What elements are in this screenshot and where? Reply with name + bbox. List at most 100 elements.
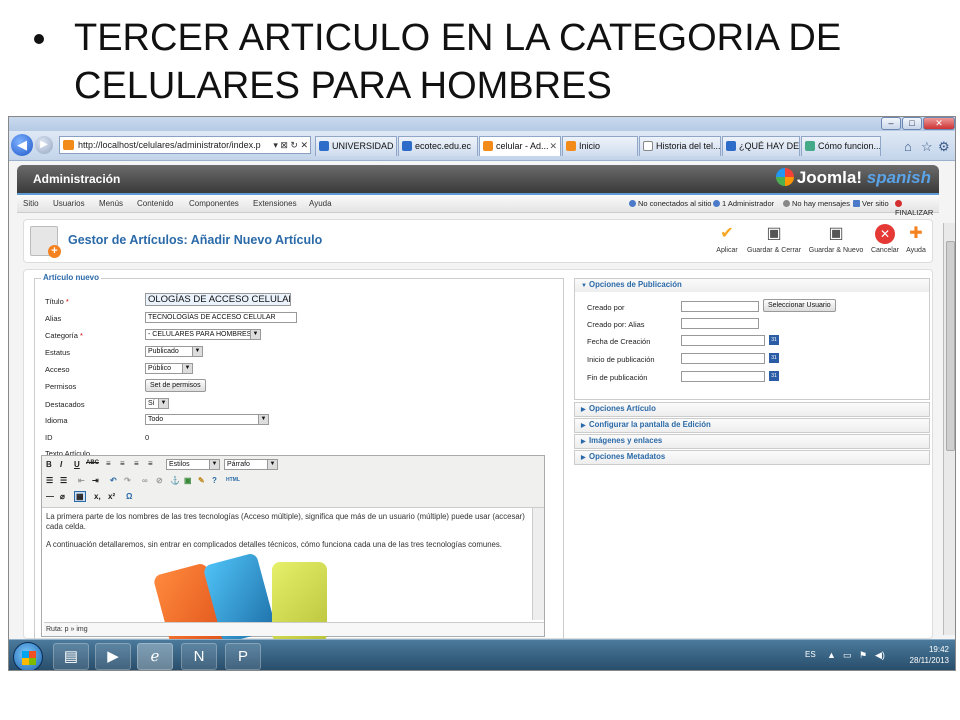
menu-usuarios[interactable]: Usuarios [53, 199, 85, 208]
visual-aid-icon[interactable]: ▦ [74, 491, 86, 502]
volume-icon[interactable]: ◀) [875, 650, 885, 661]
scrollbar-thumb[interactable] [946, 241, 955, 451]
tab-universidad[interactable]: UNIVERSIDAD ... [315, 136, 397, 156]
save-new-button[interactable]: ▣ Guardar & Nuevo [808, 224, 864, 254]
menu-ayuda[interactable]: Ayuda [309, 199, 332, 208]
align-justify-icon[interactable]: ≡ [148, 459, 153, 468]
menu-extensiones[interactable]: Extensiones [253, 199, 297, 208]
styles-select[interactable]: Estilos ▼ [166, 459, 220, 470]
remove-format-icon[interactable]: ⌀ [60, 492, 65, 501]
start-button[interactable] [13, 642, 43, 670]
tab-historia[interactable]: Historia del tel... [639, 136, 721, 156]
favorites-star-icon[interactable]: ☆ [921, 139, 933, 155]
numbered-list-icon[interactable]: ☰ [60, 476, 67, 485]
access-select[interactable]: Público ▼ [145, 363, 193, 374]
select-user-button[interactable]: Seleccionar Usuario [763, 299, 836, 312]
tab-como-funciona[interactable]: Cómo funcion... [801, 136, 881, 156]
align-left-icon[interactable]: ≡ [106, 459, 111, 468]
images-links-panel[interactable]: ▶ Imágenes y enlaces [574, 434, 930, 449]
menu-sitio[interactable]: Sitio [23, 199, 39, 208]
close-window-button[interactable]: ✕ [923, 117, 955, 130]
menu-componentes[interactable]: Componentes [189, 199, 239, 208]
explorer-taskbar-icon[interactable]: ▤ [53, 643, 89, 670]
outdent-icon[interactable]: ⇤ [78, 476, 85, 485]
powerpoint-taskbar-icon[interactable]: P [225, 643, 261, 670]
language-select[interactable]: Todo ▼ [145, 414, 269, 425]
forward-button[interactable]: ▶ [35, 136, 53, 154]
format-select[interactable]: Párrafo ▼ [224, 459, 278, 470]
back-button[interactable]: ◀ [11, 134, 33, 156]
redo-icon[interactable]: ↷ [124, 476, 131, 485]
close-tab-icon[interactable]: ✕ [549, 137, 557, 156]
tab-que-hay[interactable]: ¿QUÉ HAY DE... [722, 136, 800, 156]
language-indicator[interactable]: ES [805, 650, 816, 659]
unlink-icon[interactable]: ⊘ [156, 476, 163, 485]
image-icon[interactable]: ▣ [184, 476, 192, 485]
calendar-icon[interactable]: 31 [769, 335, 779, 345]
created-by-input[interactable] [681, 301, 759, 312]
align-center-icon[interactable]: ≡ [120, 459, 125, 468]
gear-icon[interactable]: ⚙ [938, 139, 950, 155]
undo-icon[interactable]: ↶ [110, 476, 117, 485]
bullet-list-icon[interactable]: ☰ [46, 476, 53, 485]
menu-menus[interactable]: Menús [99, 199, 123, 208]
save-close-button[interactable]: ▣ Guardar & Cerrar [746, 224, 802, 254]
metadata-panel[interactable]: ▶ Opciones Metadatos [574, 450, 930, 465]
publish-down-input[interactable] [681, 371, 765, 382]
horizontal-rule-icon[interactable]: — [46, 492, 54, 501]
featured-select[interactable]: Sí ▼ [145, 398, 169, 409]
permissions-button[interactable]: Set de permisos [145, 379, 206, 392]
calendar-icon[interactable]: 31 [769, 353, 779, 363]
show-hidden-icons-icon[interactable]: ▲ [827, 650, 836, 660]
strikethrough-icon[interactable]: ABC [86, 460, 99, 466]
link-icon[interactable]: ∞ [142, 476, 148, 485]
html-icon[interactable]: HTML [226, 477, 240, 483]
indent-icon[interactable]: ⇥ [92, 476, 99, 485]
status-select[interactable]: Publicado ▼ [145, 346, 203, 357]
logout-link[interactable]: FINALIZAR [895, 199, 939, 217]
menu-contenido[interactable]: Contenido [137, 199, 173, 208]
action-center-flag-icon[interactable]: ⚑ [859, 650, 867, 661]
maximize-button[interactable]: □ [902, 117, 922, 130]
category-select[interactable]: - CELULARES PARA HOMBRES ▼ [145, 329, 261, 340]
creation-date-input[interactable] [681, 335, 765, 346]
minimize-button[interactable]: – [881, 117, 901, 130]
editor-scrollbar[interactable] [532, 508, 544, 620]
help-button[interactable]: ✚ Ayuda [904, 224, 928, 254]
article-options-panel[interactable]: ▶ Opciones Artículo [574, 402, 930, 417]
cancel-button[interactable]: ✕ Cancelar [870, 224, 900, 254]
status-messages[interactable]: No hay mensajes [783, 199, 850, 208]
tab-ecotec[interactable]: ecotec.edu.ec [398, 136, 478, 156]
superscript-icon[interactable]: x² [108, 492, 115, 501]
edit-screen-panel[interactable]: ▶ Configurar la pantalla de Edición [574, 418, 930, 433]
apply-button[interactable]: ✔ Aplicar [714, 224, 740, 254]
screenshot: – □ ✕ ◀ ▶ http://localhost/celulares/adm… [8, 116, 956, 671]
home-icon[interactable]: ⌂ [904, 139, 912, 154]
page-scrollbar[interactable] [943, 223, 955, 635]
publishing-options-header[interactable]: ▼ Opciones de Publicación [575, 279, 929, 292]
address-bar[interactable]: http://localhost/celulares/administrator… [59, 136, 311, 154]
anchor-icon[interactable]: ⚓ [170, 476, 180, 485]
tab-inicio[interactable]: Inicio [562, 136, 638, 156]
align-right-icon[interactable]: ≡ [134, 459, 139, 468]
created-alias-input[interactable] [681, 318, 759, 329]
subscript-icon[interactable]: x, [94, 492, 101, 501]
ie-taskbar-icon[interactable]: ℯ [137, 643, 173, 670]
view-site-link[interactable]: Ver sitio [853, 199, 889, 208]
underline-icon[interactable]: U [74, 460, 80, 469]
calendar-icon[interactable]: 31 [769, 371, 779, 381]
cleanup-icon[interactable]: ✎ [198, 476, 205, 485]
onenote-taskbar-icon[interactable]: N [181, 643, 217, 670]
media-player-taskbar-icon[interactable]: ▶ [95, 643, 131, 670]
url-controls[interactable]: ▾ ⊠ ↻ ✕ [273, 137, 308, 153]
clock[interactable]: 19:42 28/11/2013 [910, 644, 949, 666]
bold-icon[interactable]: B [46, 460, 52, 469]
alias-input[interactable]: TECNOLOGÍAS DE ACCESO CELULAR [145, 312, 297, 323]
network-icon[interactable]: ▭ [843, 650, 852, 661]
special-char-icon[interactable]: Ω [126, 492, 132, 501]
title-input[interactable]: OLOGÍAS DE ACCESO CELULAR [145, 293, 291, 306]
tab-celular-admin[interactable]: celular - Ad... ✕ [479, 136, 561, 156]
italic-icon[interactable]: I [60, 460, 62, 469]
help-icon[interactable]: ? [212, 476, 217, 485]
publish-up-input[interactable] [681, 353, 765, 364]
